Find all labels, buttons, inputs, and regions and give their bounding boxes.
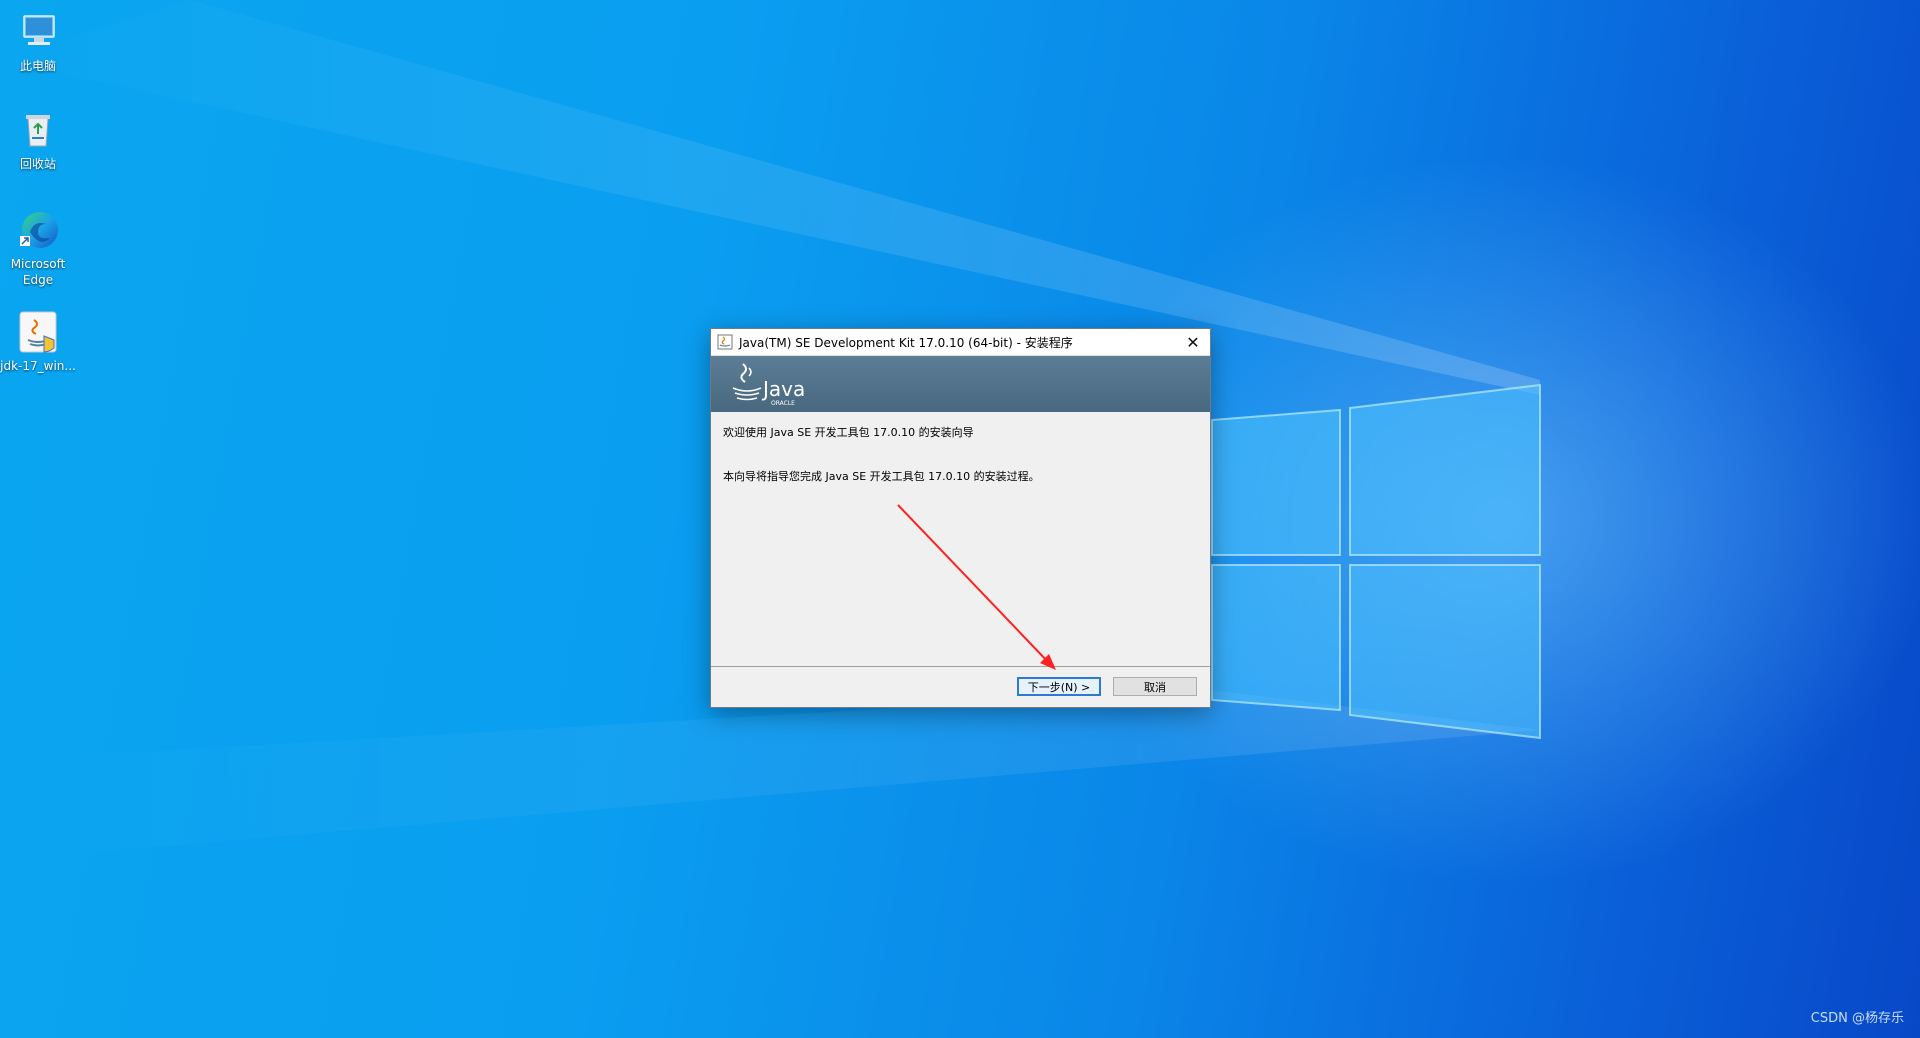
- cancel-button[interactable]: 取消: [1113, 677, 1197, 696]
- window-title: Java(TM) SE Development Kit 17.0.10 (64-…: [739, 335, 1073, 350]
- java-logo: Java ORACLE: [732, 363, 805, 407]
- installer-app-icon: [717, 334, 733, 350]
- java-banner: Java ORACLE: [711, 356, 1210, 412]
- title-bar[interactable]: Java(TM) SE Development Kit 17.0.10 (64-…: [711, 329, 1210, 356]
- java-logo-text: Java: [761, 377, 805, 401]
- computer-icon: [16, 10, 60, 54]
- desktop-icon-recycle-bin[interactable]: 回收站: [0, 108, 76, 172]
- button-bar: 下一步(N) > 取消: [711, 667, 1210, 707]
- recycle-bin-icon: [16, 108, 60, 152]
- edge-icon: [16, 208, 60, 252]
- oracle-logo-text: ORACLE: [771, 400, 795, 407]
- wizard-content: 欢迎使用 Java SE 开发工具包 17.0.10 的安装向导 本向导将指导您…: [711, 412, 1210, 667]
- close-icon: ✕: [1186, 332, 1200, 352]
- desktop-icon-edge[interactable]: Microsoft Edge: [0, 208, 76, 288]
- installer-dialog: Java(TM) SE Development Kit 17.0.10 (64-…: [710, 328, 1211, 708]
- desktop-icon-this-pc[interactable]: 此电脑: [0, 10, 76, 74]
- next-button[interactable]: 下一步(N) >: [1017, 677, 1101, 696]
- description-text: 本向导将指导您完成 Java SE 开发工具包 17.0.10 的安装过程。: [723, 470, 1040, 483]
- java-installer-icon: [16, 310, 60, 354]
- welcome-text: 欢迎使用 Java SE 开发工具包 17.0.10 的安装向导: [723, 426, 974, 439]
- close-button[interactable]: ✕: [1176, 329, 1210, 355]
- watermark: CSDN @杨存乐: [1810, 1011, 1904, 1026]
- desktop-icon-jdk-installer[interactable]: jdk-17_win...: [0, 310, 76, 374]
